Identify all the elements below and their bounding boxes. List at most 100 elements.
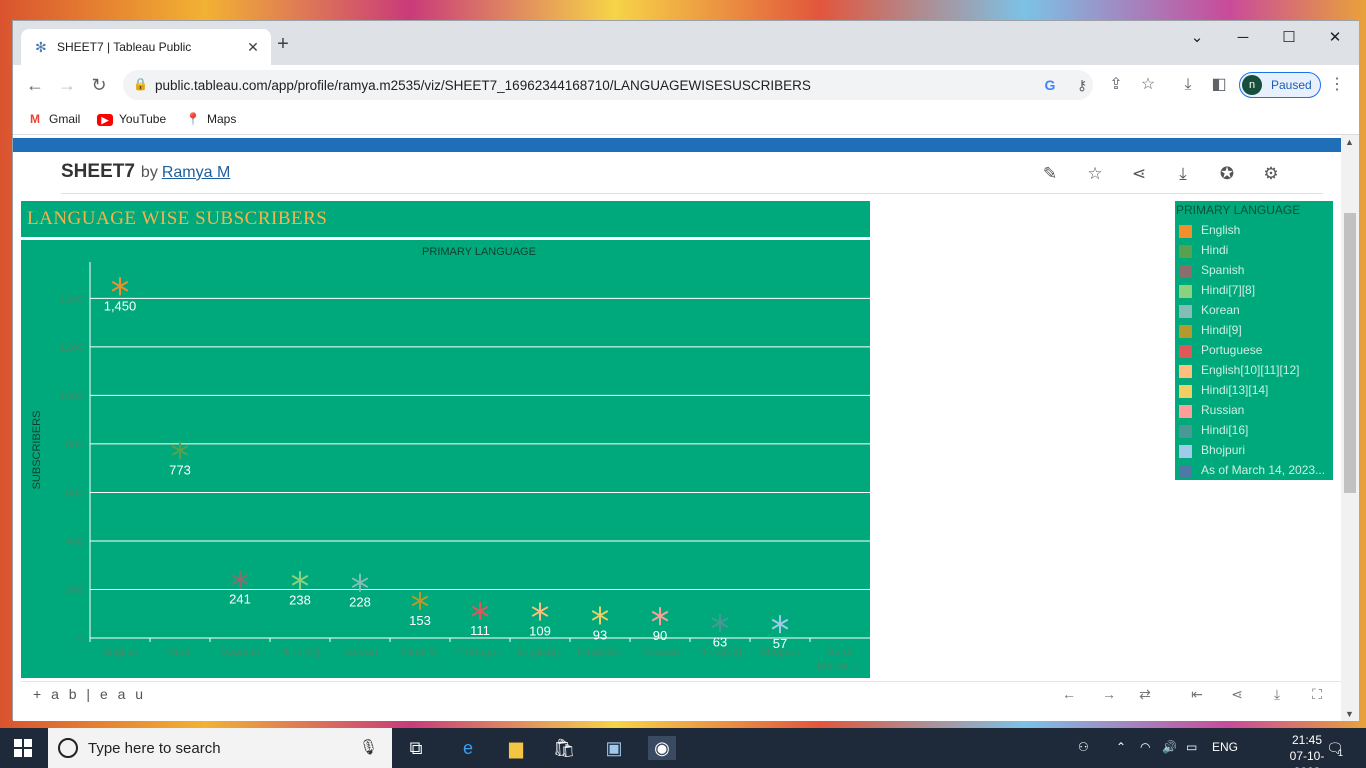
lock-icon[interactable]: 🔒 (133, 77, 148, 91)
y-tick-label: 400 (66, 536, 84, 548)
key-icon[interactable]: ⚷ (1073, 76, 1091, 94)
bookmark-maps[interactable]: 📍 Maps (185, 112, 237, 126)
download-icon[interactable]: ⤓ (1172, 163, 1194, 185)
store-icon[interactable]: 🛍 (550, 736, 578, 760)
windows-start-button[interactable] (14, 739, 32, 757)
language-indicator[interactable]: ENG (1212, 740, 1238, 754)
x-tick-label: Hindi (167, 646, 192, 658)
back-button[interactable]: ← (23, 73, 47, 97)
maximize-button[interactable]: ☐ (1269, 27, 1309, 49)
favorite-star-icon[interactable]: ☆ (1084, 163, 1106, 185)
data-label: 93 (593, 627, 607, 642)
data-point[interactable] (771, 615, 789, 634)
reset-icon[interactable]: ⇤ (1187, 686, 1207, 704)
legend-swatch (1179, 465, 1192, 478)
data-label: 238 (289, 592, 311, 607)
wifi-icon[interactable]: ◠ (1140, 740, 1150, 754)
side-panel-icon[interactable]: ◧ (1209, 75, 1229, 95)
google-lens-icon[interactable]: G (1041, 76, 1059, 94)
scroll-up-icon[interactable]: ▲ (1345, 137, 1354, 147)
bookmark-gmail[interactable]: M Gmail (27, 112, 80, 126)
data-point[interactable] (291, 571, 309, 590)
battery-icon[interactable]: ▭ (1186, 740, 1197, 754)
tableau-logo[interactable]: + a b | e a u (33, 686, 146, 702)
tab-search-icon[interactable]: ⌄ (1177, 27, 1217, 49)
bookmark-star-icon[interactable]: ☆ (1138, 75, 1158, 95)
download-icon[interactable]: ⤓ (1178, 75, 1198, 95)
microphone-icon[interactable]: 🎙 (359, 738, 378, 756)
share-icon[interactable]: ⋖ (1128, 163, 1150, 185)
download-viz-icon[interactable]: ⤓ (1267, 686, 1287, 704)
viz-header: SHEET7 by Ramya M (61, 161, 230, 183)
close-tab-icon[interactable]: ✕ (243, 37, 263, 57)
legend-label: English (1201, 223, 1241, 237)
legend-swatch (1179, 385, 1192, 398)
x-tick-label: Korean (342, 646, 377, 658)
legend-label: As of March 14, 2023... (1201, 463, 1326, 477)
by-label: by (140, 164, 158, 181)
clock-time: 21:45 (1291, 733, 1323, 747)
data-point[interactable] (651, 607, 669, 626)
data-point[interactable] (591, 606, 609, 625)
revert-icon[interactable]: ⇄ (1135, 686, 1155, 704)
volume-icon[interactable]: 🔊 (1162, 740, 1177, 754)
badge-icon[interactable]: ✪ (1216, 163, 1238, 185)
bookmark-youtube[interactable]: ▶ YouTube (97, 112, 166, 126)
fullscreen-icon[interactable]: ⛶ (1307, 686, 1327, 704)
legend-label: Bhojpuri (1201, 443, 1246, 457)
file-explorer-icon[interactable]: ▆ (502, 736, 530, 760)
data-label: 111 (470, 623, 490, 638)
author-link[interactable]: Ramya M (162, 164, 230, 181)
photos-icon[interactable]: ▣ (600, 736, 628, 760)
browser-tab[interactable]: ✻ SHEET7 | Tableau Public ✕ (21, 29, 271, 65)
search-icon (58, 738, 78, 758)
tray-chevron-icon[interactable]: ⌃ (1116, 740, 1126, 754)
menu-icon[interactable]: ⋮ (1327, 75, 1347, 95)
data-point[interactable] (231, 570, 249, 589)
redo-icon[interactable]: → (1099, 686, 1119, 704)
data-point[interactable] (471, 602, 489, 621)
people-icon[interactable]: ⚇ (1078, 740, 1089, 754)
scrollbar-thumb[interactable] (1344, 213, 1356, 493)
chrome-icon[interactable]: ◉ (648, 736, 676, 760)
data-point[interactable] (711, 613, 729, 632)
x-tick-label: Hindi[7][ (280, 646, 320, 658)
data-label: 153 (409, 613, 431, 628)
data-point[interactable] (111, 277, 129, 296)
profile-button[interactable]: n Paused (1239, 72, 1321, 98)
header-divider (61, 193, 1323, 194)
undo-icon[interactable]: ← (1059, 686, 1079, 704)
taskbar-search-box[interactable]: Type here to search 🎙 (48, 728, 392, 768)
legend-swatch (1179, 365, 1192, 378)
clock[interactable]: 21:45 07-10-2023 (1282, 732, 1332, 768)
data-label: 109 (529, 624, 551, 639)
x-tick-label: Hindi[9] (401, 646, 438, 658)
avatar: n (1242, 75, 1262, 95)
data-point[interactable] (411, 591, 429, 610)
windows-taskbar: Type here to search 🎙 ⧉ e ▆ 🛍 ▣ ◉ ⚇ ⌃ ◠ … (0, 728, 1366, 768)
data-point[interactable] (531, 602, 549, 621)
task-view-icon[interactable]: ⧉ (402, 736, 430, 760)
legend-label: Hindi[7][8] (1201, 283, 1256, 297)
scatter-chart[interactable]: PRIMARY LANGUAGE SUBSCRIBERS 0 200 400 600 800… (21, 240, 870, 678)
page-scrollbar[interactable]: ▲ ▼ (1341, 135, 1359, 721)
data-label: 63 (713, 635, 727, 650)
legend-title: PRIMARY LANGUAGE (1176, 203, 1301, 217)
new-tab-button[interactable]: + (273, 34, 293, 55)
scroll-down-icon[interactable]: ▼ (1345, 709, 1354, 719)
reload-button[interactable]: ↻ (87, 73, 111, 97)
forward-button[interactable]: → (55, 73, 79, 97)
x-tick-label: Portugu.. (458, 646, 503, 658)
share-viz-icon[interactable]: ⋖ (1227, 686, 1247, 704)
close-window-button[interactable]: ✕ (1315, 27, 1355, 49)
settings-gear-icon[interactable]: ⚙ (1260, 163, 1282, 185)
share-icon[interactable]: ⇪ (1106, 75, 1126, 95)
minimize-button[interactable]: ─ (1223, 27, 1263, 49)
x-tick-label: English[.. (517, 646, 562, 658)
browser-window: ✻ SHEET7 | Tableau Public ✕ + ⌄ ─ ☐ ✕ ← … (12, 20, 1359, 721)
edge-icon[interactable]: e (454, 736, 482, 760)
address-bar[interactable]: 🔒 public.tableau.com/app/profile/ramya.m… (123, 70, 1093, 100)
viz-title: LANGUAGE WISE SUBSCRIBERS (27, 208, 328, 229)
profile-status: Paused (1271, 78, 1312, 92)
edit-icon[interactable]: ✎ (1039, 163, 1061, 185)
